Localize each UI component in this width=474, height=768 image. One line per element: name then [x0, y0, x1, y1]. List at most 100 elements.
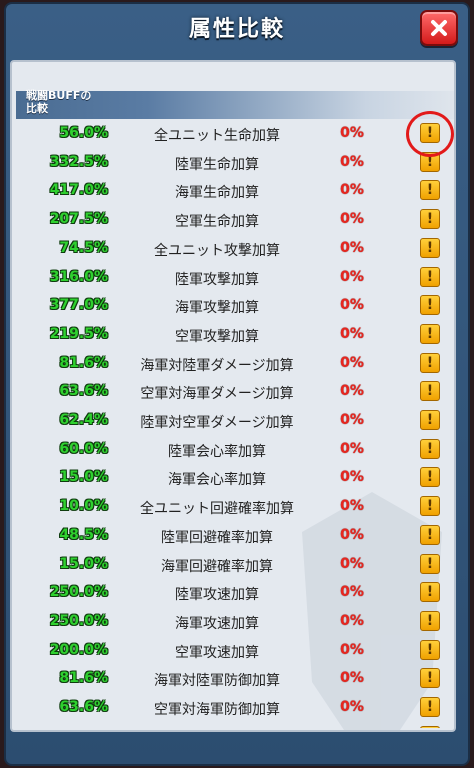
stat-label: 海軍生命加算: [175, 185, 259, 202]
other-value: 0%: [340, 182, 364, 199]
info-button[interactable]: !: [420, 438, 440, 459]
info-button[interactable]: !: [420, 295, 440, 316]
stat-row: 219.5% 空軍攻撃加算 0%!: [10, 321, 456, 349]
own-value: 10.0%: [59, 498, 108, 515]
other-value: 0%: [340, 526, 364, 543]
highlight-circle: [406, 111, 454, 157]
info-button[interactable]: !: [420, 610, 440, 631]
own-value: 417.0%: [49, 182, 108, 199]
stat-row: 48.5% 陸軍回避確率加算 0%!: [10, 522, 456, 550]
section-header: 戦闘BUFFの 比較: [26, 89, 126, 117]
other-value: 0%: [340, 239, 364, 256]
info-button[interactable]: !: [420, 553, 440, 574]
info-button[interactable]: !: [420, 725, 440, 728]
info-button[interactable]: !: [420, 524, 440, 545]
own-value: 63.6%: [59, 383, 108, 400]
stat-row: 15.0% 海軍会心率加算 0%!: [10, 464, 456, 492]
stat-label: 陸軍対空軍ダメージ加算: [140, 415, 294, 431]
section-header-line2: 比較: [26, 102, 48, 115]
other-value: 0%: [340, 125, 364, 141]
stat-row: 63.6% 空軍対海軍ダメージ加算 0%!: [10, 378, 456, 406]
dialog-title: 属性比較: [188, 17, 285, 42]
stat-row: 417.0% 海軍生命加算 0%!: [10, 177, 456, 205]
other-value: 0%: [340, 641, 364, 658]
stat-label: 空軍攻速加算: [175, 644, 259, 661]
info-button[interactable]: !: [420, 697, 440, 717]
stat-label: 海軍対陸軍ダメージ加算: [140, 357, 294, 374]
stat-label: 空軍攻撃加算: [175, 328, 259, 345]
stat-label: 海軍会心率加算: [168, 472, 266, 489]
own-value: 74.5%: [59, 239, 108, 256]
info-button[interactable]: !: [420, 410, 440, 430]
other-value: 0%: [340, 383, 364, 400]
other-value: 0%: [340, 555, 364, 572]
stat-label: 空軍対海軍ダメージ加算: [140, 386, 294, 403]
own-value: 48.5%: [59, 526, 108, 543]
info-button[interactable]: !: [420, 467, 440, 488]
stat-label: 全ユニット生命加算: [154, 128, 280, 144]
info-button[interactable]: !: [420, 352, 440, 373]
stat-row: 62.4% 陸軍対空軍ダメージ加算 0%!: [10, 407, 456, 435]
stat-label: 空軍生命加算: [175, 214, 259, 231]
own-value: 60.0%: [59, 440, 108, 457]
stat-label: 海軍攻撃加算: [175, 300, 259, 317]
own-value: 63.6%: [59, 699, 108, 715]
stat-row: 200.0% 空軍攻速加算 0%!: [10, 637, 456, 665]
own-value: 81.6%: [59, 354, 108, 371]
stat-row: 316.0% 陸軍攻撃加算 0%!: [10, 264, 456, 292]
stat-label: 空軍対海軍防御加算: [154, 702, 280, 718]
info-button[interactable]: !: [420, 323, 440, 344]
other-value: 0%: [340, 153, 364, 170]
own-value: 207.5%: [49, 211, 108, 228]
stat-label: 陸軍攻速加算: [175, 587, 259, 604]
stat-row: 250.0% 陸軍攻速加算 0%!: [10, 579, 456, 607]
stat-label: 陸軍生命加算: [175, 156, 259, 173]
other-value: 0%: [340, 268, 364, 285]
other-value: 0%: [340, 498, 364, 515]
close-icon: [431, 20, 447, 36]
stat-label: 全ユニット攻撃加算: [154, 242, 280, 259]
other-value: 0%: [340, 412, 364, 428]
stat-row: 74.5% 全ユニット攻撃加算 0%!: [10, 235, 456, 263]
info-button[interactable]: !: [420, 237, 440, 258]
stat-row: 81.6% 海軍対陸軍防御加算 0%!: [10, 665, 456, 693]
close-button[interactable]: [420, 10, 458, 46]
stat-row: 332.5% 陸軍生命加算 0%!: [10, 149, 456, 177]
stat-row: 56.0% 全ユニット生命加算 0%!: [10, 120, 456, 148]
title-bar: 属性比較: [6, 4, 468, 54]
other-value: 0%: [340, 670, 364, 687]
stat-row: 15.0% 海軍回避確率加算 0%!: [10, 551, 456, 579]
own-value: 15.0%: [59, 469, 108, 486]
info-button[interactable]: !: [420, 209, 440, 230]
other-value: 0%: [340, 469, 364, 486]
own-value: 332.5%: [49, 153, 108, 170]
info-button[interactable]: !: [420, 180, 440, 201]
stat-row: 377.0% 海軍攻撃加算 0%!: [10, 292, 456, 320]
stat-row: 10.0% 全ユニット回避確率加算 0%!: [10, 493, 456, 521]
other-value: 0%: [340, 584, 364, 601]
info-button[interactable]: !: [420, 639, 440, 660]
own-value: 219.5%: [49, 325, 108, 342]
own-value: 377.0%: [49, 297, 108, 314]
info-button[interactable]: !: [420, 496, 440, 517]
own-value: 250.0%: [49, 584, 108, 601]
stat-row: 250.0% 海軍攻速加算 0%!: [10, 608, 456, 636]
stat-row: 207.5% 空軍生命加算 0%!: [10, 206, 456, 234]
other-value: 0%: [340, 440, 364, 457]
own-value: 316.0%: [49, 268, 108, 285]
info-button[interactable]: !: [420, 582, 440, 603]
stat-label: 海軍攻速加算: [175, 615, 259, 632]
stat-label: 陸軍会心率加算: [168, 443, 266, 460]
own-value: 15.0%: [59, 555, 108, 572]
own-value: 56.0%: [59, 125, 108, 141]
stat-row: 63.6% 空軍対海軍防御加算 0%!: [10, 694, 456, 722]
info-button[interactable]: !: [420, 668, 440, 689]
own-value: 200.0%: [49, 641, 108, 658]
info-button[interactable]: !: [420, 266, 440, 287]
own-value: 81.6%: [59, 670, 108, 687]
info-button[interactable]: !: [420, 381, 440, 402]
stat-label: 陸軍攻撃加算: [175, 271, 259, 288]
stat-label: 海軍対陸軍防御加算: [154, 673, 280, 690]
section-header-line1: 戦闘BUFFの: [26, 89, 92, 102]
own-value: 62.4%: [59, 412, 108, 428]
